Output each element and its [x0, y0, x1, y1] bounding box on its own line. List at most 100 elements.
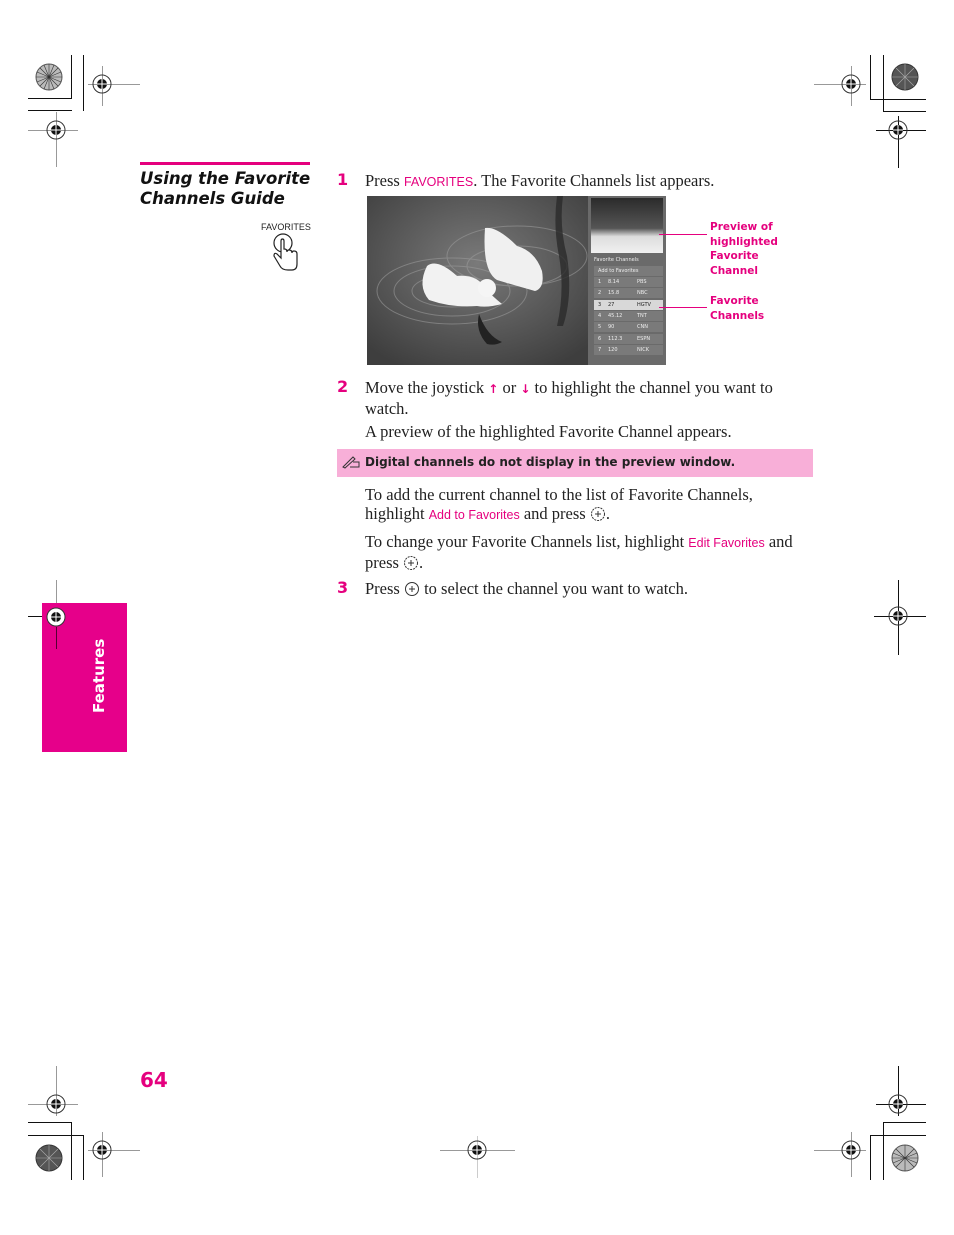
osd-channel-name: HGTV: [637, 301, 651, 308]
osd-channel-value: 8.14: [608, 279, 620, 285]
add-favorites-paragraph: To add the current channel to the list o…: [365, 485, 753, 525]
text: .: [419, 553, 424, 572]
registration-starburst-icon: [35, 1144, 63, 1172]
note-text: Digital channels do not display in the p…: [365, 455, 736, 469]
text: press: [365, 553, 404, 572]
osd-channel-name: PBS: [637, 279, 647, 285]
osd-channel-name: TNT: [637, 312, 647, 319]
osd-channel-value: 45.12: [608, 312, 623, 319]
callout-line-list: [659, 307, 707, 308]
registration-mark-icon: [46, 1094, 66, 1114]
osd-channel-row[interactable]: 5 90 CNN: [594, 322, 663, 333]
text: Move the joystick: [365, 378, 489, 397]
osd-channel-value: 120: [608, 346, 618, 353]
osd-channel-row[interactable]: 1 8.14 PBS: [594, 277, 663, 287]
callout-line: Preview of: [710, 221, 773, 233]
osd-channel-name: NBC: [637, 290, 648, 297]
pencil-note-icon: [342, 456, 360, 469]
text: . The Favorite Channels list appears.: [473, 171, 715, 190]
text: watch.: [365, 399, 409, 418]
registration-mark-icon: [46, 120, 66, 140]
osd-channel-row[interactable]: 7 120 NICK: [594, 344, 663, 355]
tv-picture-ducks: [367, 196, 588, 365]
callout-line-preview: [659, 234, 707, 235]
joystick-down-arrow-icon: ↓: [520, 382, 531, 396]
text: and press: [519, 504, 590, 523]
osd-channel-number: 6: [598, 335, 602, 342]
callout-line: Favorite: [710, 250, 759, 262]
callout-list: Favorite Channels: [710, 294, 764, 323]
osd-channel-row[interactable]: 4 45.12 TNT: [594, 310, 663, 321]
osd-channel-number: 5: [598, 324, 602, 331]
favorite-channels-osd: Favorite Channels Add to Favorites 1 8.14…: [588, 196, 666, 365]
favorites-key: FAVORITES: [403, 175, 474, 189]
step-number-1: 1: [337, 170, 349, 189]
text: A preview of the highlighted Favorite Ch…: [365, 422, 732, 441]
step-number-3: 3: [337, 578, 349, 597]
registration-mark-icon: [888, 120, 908, 140]
section-title-line1: Using the Favorite: [140, 169, 311, 188]
step-number-2: 2: [337, 377, 349, 396]
note-box: Digital channels do not display in the p…: [337, 449, 813, 477]
section-tab-label: Features: [90, 638, 108, 713]
osd-channel-number: 3: [598, 301, 602, 308]
add-to-favorites-key: Add to Favorites: [428, 508, 520, 522]
osd-add-to-favorites[interactable]: Add to Favorites: [594, 266, 663, 276]
registration-mark-icon: [841, 1140, 861, 1160]
osd-channel-number: 4: [598, 312, 602, 319]
pointing-hand-icon: [273, 233, 298, 271]
channel-preview-window: [591, 198, 663, 253]
registration-mark-icon: [888, 1094, 908, 1114]
osd-title: Favorite Channels: [594, 257, 639, 263]
registration-mark-icon: [888, 606, 908, 626]
callout-preview: Preview of highlighted Favorite Channel: [710, 220, 778, 278]
text: .: [605, 504, 610, 523]
edit-favorites-paragraph: To change your Favorite Channels list, h…: [365, 532, 793, 572]
osd-channel-row[interactable]: 2 15.8 NBC: [594, 288, 663, 299]
registration-mark-icon: [467, 1140, 487, 1160]
callout-line: Channels: [710, 309, 765, 322]
text: highlight: [365, 504, 429, 523]
step-3-text: Press to select the channel you want to …: [365, 579, 688, 598]
registration-starburst-icon: [35, 63, 63, 91]
osd-channel-name: CNN: [637, 324, 648, 331]
callout-line: Favorite: [710, 295, 759, 307]
osd-channel-number: 2: [598, 290, 602, 297]
page-number: 64: [140, 1068, 168, 1092]
registration-mark-icon: [46, 607, 66, 627]
text: To change your Favorite Channels list, h…: [365, 532, 689, 551]
osd-channel-value: 90: [608, 324, 615, 331]
edit-favorites-key: Edit Favorites: [688, 536, 765, 550]
registration-starburst-icon: [891, 1144, 919, 1172]
osd-channel-number: 7: [598, 346, 602, 353]
step-2-text: Move the joystick ↑ or ↓ to highlight th…: [365, 378, 773, 441]
registration-starburst-icon: [891, 63, 919, 91]
favorites-button-label: FAVORITES: [261, 222, 311, 232]
registration-mark-icon: [92, 74, 112, 94]
section-tab: Features: [42, 603, 127, 752]
callout-line: Channel: [710, 264, 758, 277]
text: to select the channel you want to watch.: [419, 579, 689, 598]
text: Press: [365, 579, 404, 598]
joystick-select-icon: [590, 507, 605, 521]
registration-mark-icon: [841, 74, 861, 94]
osd-channel-row[interactable]: 3 27 HGTV: [594, 299, 663, 310]
osd-channel-number: 1: [598, 279, 602, 285]
text: to highlight the channel you want to: [530, 378, 773, 397]
step-1-text: Press FAVORITES. The Favorite Channels l…: [365, 171, 714, 192]
registration-mark-icon: [92, 1140, 112, 1160]
osd-add-label: Add to Favorites: [598, 268, 639, 274]
osd-channel-name: NICK: [637, 346, 649, 353]
text: Press: [365, 171, 404, 190]
osd-channel-value: 27: [608, 301, 615, 308]
callout-line: highlighted: [710, 235, 778, 248]
section-title-line2: Channels Guide: [140, 189, 285, 208]
osd-channel-name: ESPN: [637, 335, 651, 342]
joystick-select-icon: [404, 556, 419, 570]
joystick-up-arrow-icon: ↑: [488, 382, 499, 396]
joystick-select-icon: [404, 582, 419, 596]
text: To add the current channel to the list o…: [365, 485, 753, 504]
osd-channel-value: 15.8: [608, 290, 620, 297]
osd-channel-row[interactable]: 6 112.3 ESPN: [594, 333, 663, 344]
text: and: [764, 532, 793, 551]
